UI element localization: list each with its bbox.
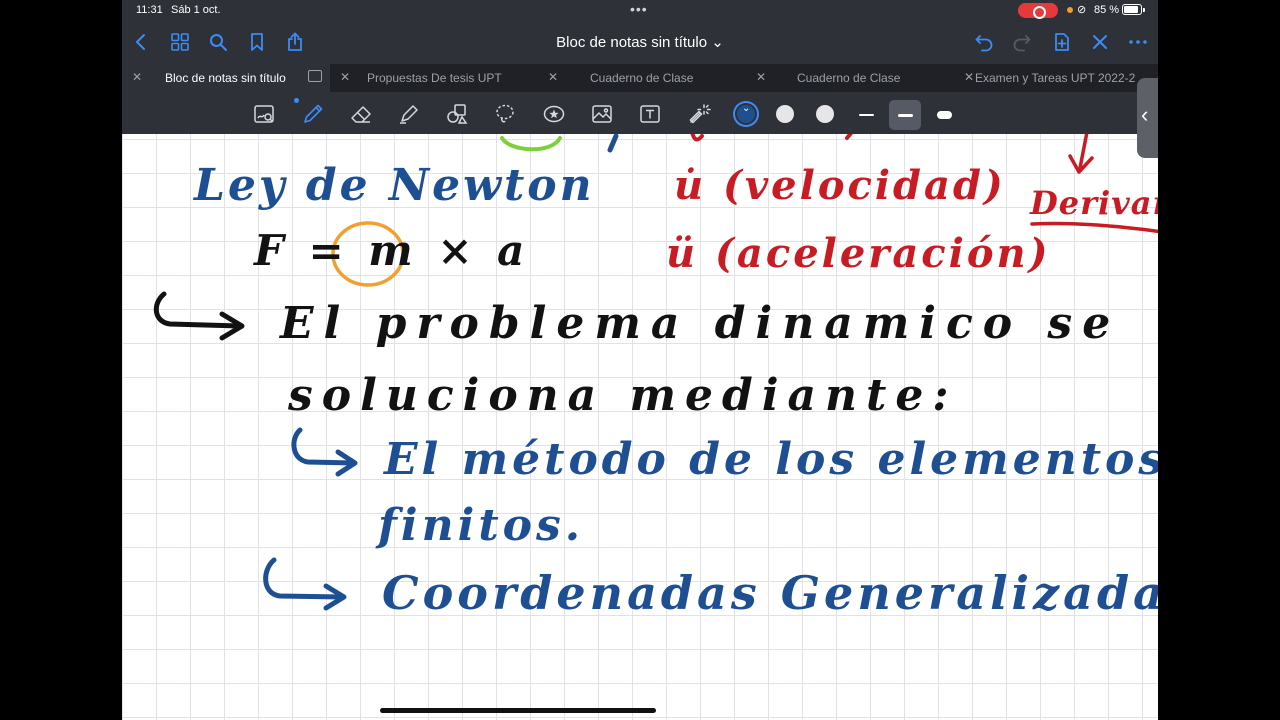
pen-tool-icon[interactable]: [300, 101, 326, 127]
rotation-lock-icon: ⊘: [1077, 4, 1087, 16]
stroke-thin-button[interactable]: [850, 100, 882, 130]
tab-label: Bloc de notas sin título: [165, 71, 286, 85]
share-icon[interactable]: [282, 29, 308, 55]
mic-indicator-icon: [1067, 7, 1073, 13]
drawing-toolbar: [122, 92, 1158, 134]
chevron-left-icon: ‹: [1141, 102, 1149, 127]
ipad-screen: 11:31 Sáb 1 oct. ••• ⊘ 85 % Bloc de nota…: [122, 0, 1158, 720]
navigation-bar: Bloc de notas sin título ⌄: [122, 20, 1158, 64]
tab-examen[interactable]: ✕ Examen y Tareas UPT 2022-2: [954, 64, 1158, 92]
top-cutoff-strokes: [153, 134, 1158, 611]
note-ley-de-newton: Ley de Newton: [194, 160, 595, 211]
tab-label: Cuaderno de Clase: [590, 71, 694, 85]
image-tool-icon[interactable]: [589, 101, 615, 127]
tab-cuaderno-1[interactable]: ✕ Cuaderno de Clase: [538, 64, 746, 92]
color-swatch-white-2[interactable]: [816, 105, 834, 123]
eraser-tool-icon[interactable]: [348, 101, 374, 127]
tab-cuaderno-2[interactable]: ✕ Cuaderno de Clase: [746, 64, 954, 92]
close-tab-icon[interactable]: ✕: [756, 70, 766, 84]
note-canvas[interactable]: Ley de Newton u̇ (velocidad) Derivar F =…: [122, 134, 1158, 720]
note-velocidad: u̇ (velocidad): [674, 162, 1006, 209]
status-bar: 11:31 Sáb 1 oct. ••• ⊘ 85 %: [122, 0, 1158, 20]
tab-bloc-de-notas[interactable]: ✕ Bloc de notas sin título: [122, 64, 330, 92]
note-metodo-elementos: El método de los elementos: [384, 434, 1158, 485]
redo-icon[interactable]: [1009, 29, 1035, 55]
close-tab-icon[interactable]: ✕: [132, 70, 142, 84]
close-tab-icon[interactable]: ✕: [548, 70, 558, 84]
stroke-medium-button[interactable]: [889, 100, 921, 130]
note-formula: F = m × a: [254, 226, 530, 275]
note-problema-dinamico: El problema dinamico se: [280, 298, 1121, 349]
elements-sticker-icon[interactable]: [541, 101, 567, 127]
close-tab-icon[interactable]: ✕: [964, 70, 974, 84]
home-indicator[interactable]: [380, 708, 656, 713]
search-icon[interactable]: [205, 29, 231, 55]
close-document-icon[interactable]: [1087, 29, 1113, 55]
laser-pointer-icon[interactable]: [686, 101, 712, 127]
tab-propuestas[interactable]: ✕ Propuestas De tesis UPT: [330, 64, 538, 92]
document-tabs: ✕ Bloc de notas sin título ✕ Propuestas …: [122, 64, 1158, 92]
screen-recording-icon[interactable]: [1018, 3, 1058, 19]
shapes-tool-icon[interactable]: [444, 101, 470, 127]
status-time: 11:31: [136, 4, 163, 16]
note-coordenadas-generalizadas: Coordenadas Generalizadas.: [382, 566, 1158, 620]
document-title[interactable]: Bloc de notas sin título ⌄: [502, 33, 778, 51]
tab-label: Propuestas De tesis UPT: [367, 71, 502, 85]
undo-icon[interactable]: [971, 29, 997, 55]
text-tool-icon[interactable]: [637, 101, 663, 127]
note-derivar: Derivar: [1030, 184, 1158, 222]
lasso-tool-icon[interactable]: [492, 101, 518, 127]
more-options-icon[interactable]: [1125, 29, 1151, 55]
tab-label: Examen y Tareas UPT 2022-2: [975, 71, 1136, 85]
status-date: Sáb 1 oct.: [171, 4, 221, 16]
stroke-thick-button[interactable]: [928, 100, 960, 130]
bluetooth-pen-indicator: [294, 98, 299, 103]
bookmark-icon[interactable]: [244, 29, 270, 55]
color-swatch-white-1[interactable]: [776, 105, 794, 123]
back-icon[interactable]: [128, 29, 154, 55]
zoom-window-icon[interactable]: [251, 101, 277, 127]
thumbnails-grid-icon[interactable]: [167, 29, 193, 55]
battery-icon: [1122, 4, 1145, 15]
highlighter-tool-icon[interactable]: [396, 101, 422, 127]
close-tab-icon[interactable]: ✕: [340, 70, 350, 84]
note-aceleracion: ü (aceleración): [666, 230, 1051, 277]
sidebar-toggle-handle[interactable]: ‹: [1137, 78, 1158, 158]
multitasking-dots-icon[interactable]: •••: [630, 1, 648, 17]
tab-label: Cuaderno de Clase: [797, 71, 901, 85]
add-page-icon[interactable]: [1049, 29, 1075, 55]
split-view-icon[interactable]: [308, 70, 322, 82]
note-soluciona-mediante: soluciona mediante:: [288, 370, 958, 421]
color-swatch-blue[interactable]: [737, 103, 755, 123]
battery-percent: 85 %: [1094, 4, 1120, 16]
note-finitos: finitos.: [378, 500, 585, 551]
